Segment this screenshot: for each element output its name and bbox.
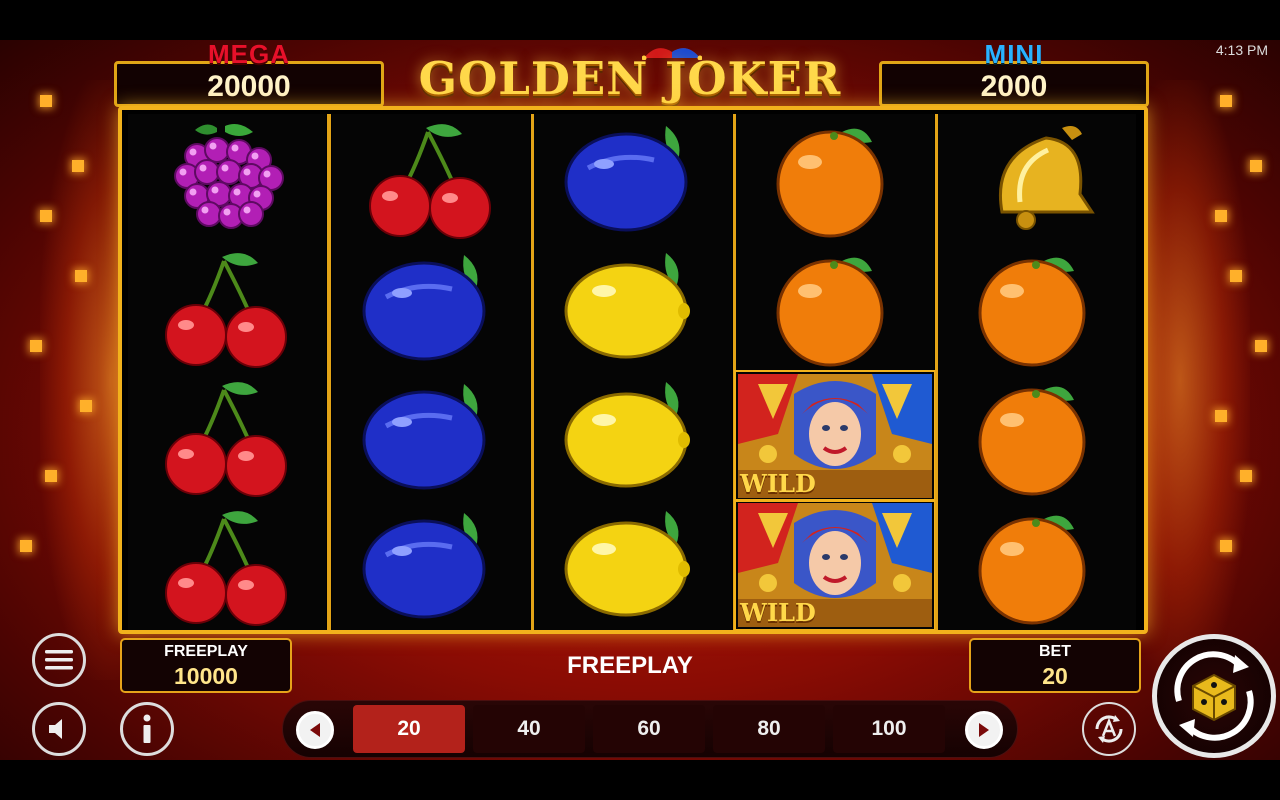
autoplay-button[interactable] (1082, 702, 1136, 756)
orange-symbol (938, 243, 1136, 371)
glow-pixel (1220, 95, 1232, 107)
lemon-symbol (534, 372, 732, 500)
hamburger-menu-icon (45, 650, 73, 670)
cherry-symbol (128, 501, 326, 629)
glow-pixel (20, 540, 32, 552)
mini-jackpot-value: 2000 (980, 70, 1048, 103)
arrow-right-icon (979, 723, 989, 737)
spin-button[interactable] (1152, 634, 1276, 758)
orange-symbol (736, 243, 934, 371)
cherry-symbol (332, 114, 530, 242)
bet-value: 20 (1042, 663, 1068, 689)
glow-pixel (40, 95, 52, 107)
cherry-symbol (128, 243, 326, 371)
glow-pixel (30, 340, 42, 352)
sound-button[interactable] (32, 702, 86, 756)
mega-jackpot-label: MEGA (208, 39, 290, 69)
reel-5 (938, 114, 1136, 630)
orange-symbol (938, 501, 1136, 629)
plum-symbol (332, 372, 530, 500)
glow-pixel (75, 270, 87, 282)
plum-symbol (332, 243, 530, 371)
glow-pixel (1215, 210, 1227, 222)
glow-pixel (1240, 470, 1252, 482)
bet-panel: BET 20 (969, 638, 1141, 693)
orange-symbol (736, 114, 934, 242)
reel-area: WILD WILD (118, 106, 1148, 634)
glow-pixel (80, 400, 92, 412)
game-mode-label: FREEPLAY (567, 652, 693, 679)
orange-symbol (938, 372, 1136, 500)
menu-button[interactable] (32, 633, 86, 687)
mega-jackpot-value: 20000 (207, 70, 291, 103)
glow-pixel (1220, 540, 1232, 552)
cherry-symbol (128, 372, 326, 500)
spin-dice-icon (1174, 651, 1254, 741)
autoplay-icon (1095, 715, 1123, 743)
bet-option-20[interactable]: 20 (353, 705, 465, 753)
reel-2 (332, 114, 530, 630)
reel-3 (534, 114, 732, 630)
plum-symbol (332, 501, 530, 629)
bet-option-40[interactable]: 40 (473, 705, 585, 753)
glow-pixel (40, 210, 52, 222)
grapes-symbol (128, 114, 326, 242)
game-title-logo: GOLDEN JOKER 100 (418, 52, 842, 175)
bet-option-80[interactable]: 80 (713, 705, 825, 753)
speaker-icon (49, 719, 62, 739)
balance-label: FREEPLAY (164, 643, 248, 660)
glow-pixel (1215, 410, 1227, 422)
glow-pixel (1250, 160, 1262, 172)
bet-label: BET (1039, 643, 1071, 660)
wild-text: WILD (740, 469, 816, 498)
bet-option-100[interactable]: 100 (833, 705, 945, 753)
plum-symbol (534, 114, 732, 242)
reel-divider (327, 114, 331, 630)
bet-next-button[interactable] (965, 711, 1003, 749)
info-icon (143, 714, 151, 743)
status-clock: 4:13 PM (1215, 42, 1268, 58)
bell-symbol (938, 114, 1136, 242)
balance-value: 10000 (174, 663, 238, 689)
glow-pixel (45, 470, 57, 482)
glow-pixel (1255, 340, 1267, 352)
arrow-left-icon (310, 723, 320, 737)
glow-pixel (1230, 270, 1242, 282)
lemon-symbol (534, 501, 732, 629)
bet-option-60[interactable]: 60 (593, 705, 705, 753)
joker-wild-symbol: WILD (734, 370, 936, 502)
joker-wild-symbol: WILD (734, 499, 936, 631)
bet-prev-button[interactable] (296, 711, 334, 749)
info-button[interactable] (120, 702, 174, 756)
reel-4: WILD WILD (734, 114, 936, 631)
reel-1 (128, 114, 326, 630)
lemon-symbol (534, 243, 732, 371)
wild-text: WILD (740, 598, 816, 627)
glow-pixel (72, 160, 84, 172)
mini-jackpot-label: MINI (984, 39, 1044, 69)
balance-panel: FREEPLAY 10000 (120, 638, 292, 693)
